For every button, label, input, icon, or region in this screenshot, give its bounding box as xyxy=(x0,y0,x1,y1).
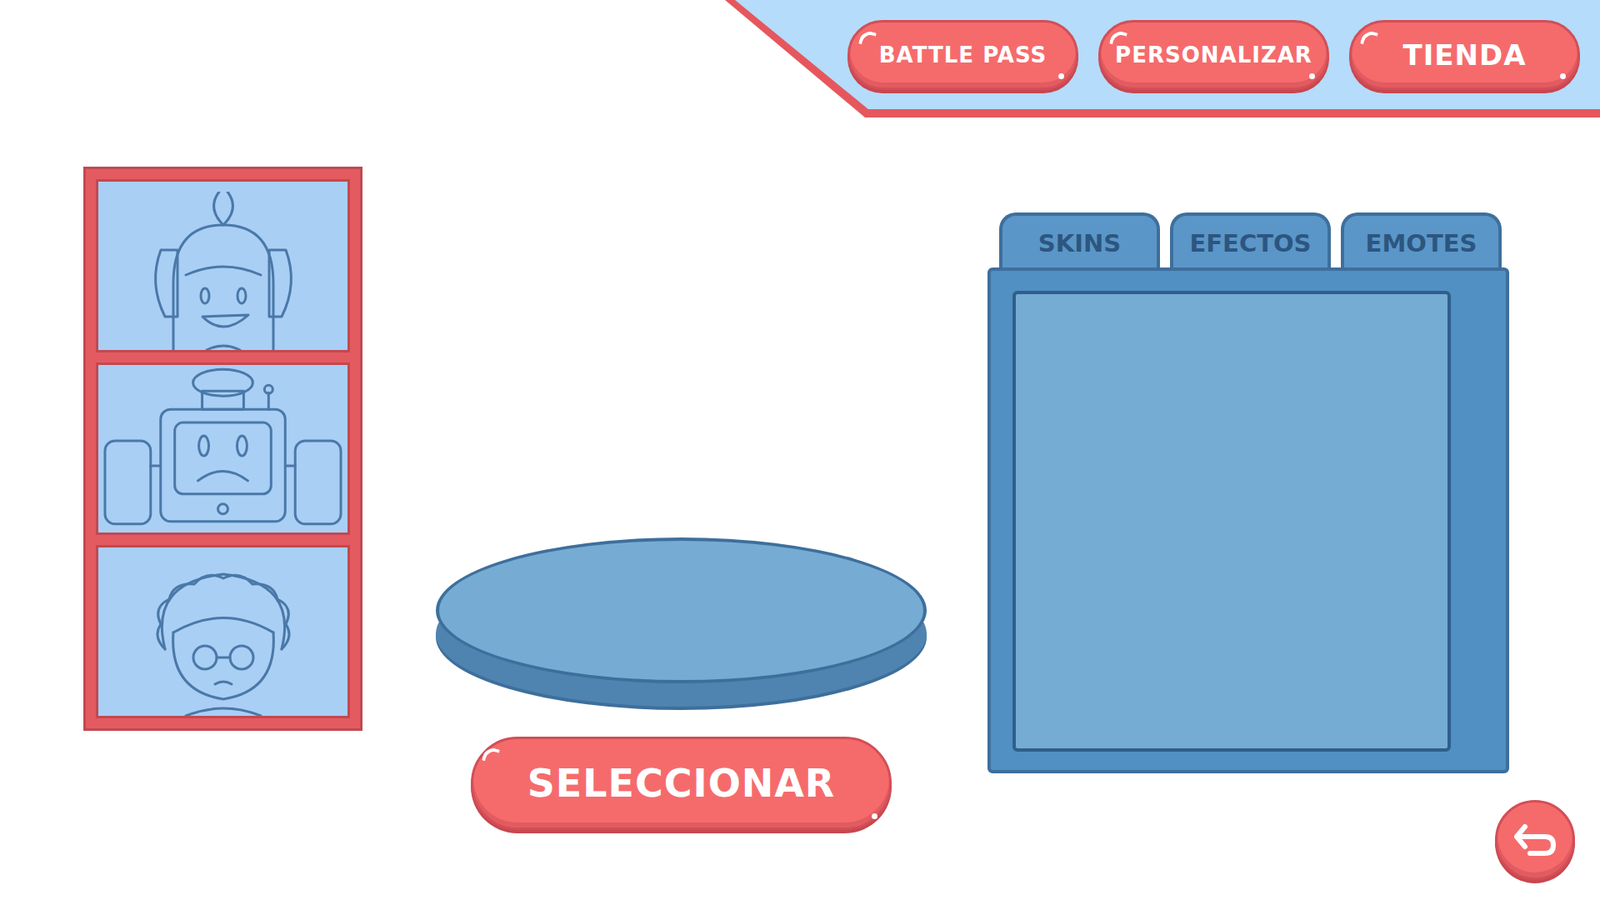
tab[interactable]: SKINS xyxy=(999,212,1160,268)
character-list xyxy=(83,166,363,731)
preview-column: SELECCIONAR xyxy=(435,537,927,830)
tab-panel xyxy=(987,267,1510,774)
tab-content xyxy=(1012,290,1451,752)
header-button[interactable]: BATTLE PASS xyxy=(847,20,1079,90)
return-icon xyxy=(1513,821,1557,859)
main-area: SELECCIONAR SKINSEFECTOSEMOTES xyxy=(0,117,1600,900)
select-button[interactable]: SELECCIONAR xyxy=(470,736,892,830)
robot-character-icon xyxy=(98,365,348,533)
character-select-screen: BATTLE PASS PERSONALIZAR TIENDA SELECCIONAR… xyxy=(0,0,1600,900)
tab-row: SKINSEFECTOSEMOTES xyxy=(987,212,1510,268)
tab[interactable]: EMOTES xyxy=(1340,212,1502,268)
character-platform xyxy=(435,537,927,684)
character-card[interactable] xyxy=(95,179,350,353)
header-button[interactable]: TIENDA xyxy=(1349,20,1580,90)
header-row: BATTLE PASS PERSONALIZAR TIENDA xyxy=(0,0,1600,118)
header-button[interactable]: PERSONALIZAR xyxy=(1098,20,1330,90)
back-button[interactable] xyxy=(1495,800,1575,880)
header-menu: BATTLE PASS PERSONALIZAR TIENDA xyxy=(735,0,1600,110)
granny-character-icon xyxy=(115,557,332,716)
customization-panel: SKINSEFECTOSEMOTES xyxy=(987,212,1510,774)
pilot-character-icon xyxy=(115,191,332,350)
character-card[interactable] xyxy=(95,545,350,719)
tab[interactable]: EFECTOS xyxy=(1170,212,1331,268)
character-card[interactable] xyxy=(95,362,350,536)
header-band: BATTLE PASS PERSONALIZAR TIENDA xyxy=(725,0,1600,118)
